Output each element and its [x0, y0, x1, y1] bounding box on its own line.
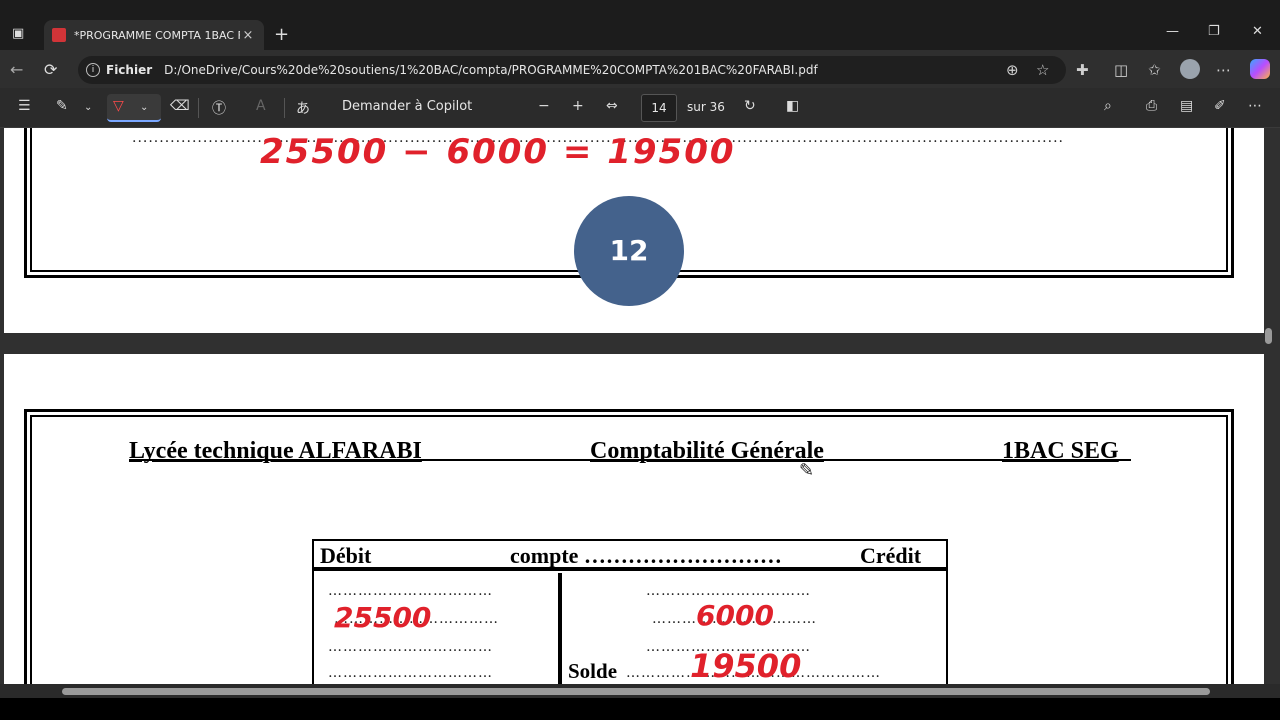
- highlight-icon[interactable]: ✎: [56, 98, 68, 114]
- restore-button[interactable]: ❐: [1208, 24, 1220, 39]
- t-account-divider: [558, 573, 562, 684]
- url-scheme-label: Fichier: [106, 63, 153, 77]
- rotate-icon[interactable]: ↻: [744, 98, 756, 114]
- ask-copilot-button[interactable]: Demander à Copilot: [342, 99, 472, 114]
- address-bar[interactable]: i Fichier D:/OneDrive/Cours%20de%20souti…: [78, 56, 1066, 84]
- copilot-icon[interactable]: [1250, 59, 1270, 79]
- t-account-header: Débit compte ……………………… Crédit: [314, 541, 946, 571]
- eraser-icon[interactable]: ⌫: [170, 98, 190, 114]
- vertical-scrollbar-thumb[interactable]: [1265, 328, 1272, 344]
- credit-dots: ……………………………: [646, 583, 811, 599]
- highlight-dropdown-icon[interactable]: ⌄: [84, 102, 92, 113]
- pdf-file-icon: [52, 28, 66, 42]
- page-number-input[interactable]: 14: [641, 94, 677, 122]
- read-aloud-icon[interactable]: あ: [296, 98, 310, 118]
- text-format-icon: A: [256, 98, 266, 114]
- tab-pdf[interactable]: *PROGRAMME COMPTA 1BAC FA ×: [44, 20, 264, 50]
- pen-cursor-icon: ✎: [799, 460, 815, 481]
- zoom-in-button[interactable]: +: [572, 98, 584, 114]
- solde-label: Solde: [568, 659, 618, 683]
- pdf-viewer[interactable]: ........................................…: [0, 128, 1280, 684]
- pdf-toolbar: [0, 88, 1280, 128]
- debit-label: Débit: [320, 543, 372, 568]
- save-icon[interactable]: ▤: [1180, 98, 1193, 114]
- close-window-button[interactable]: ✕: [1252, 24, 1263, 39]
- page-view-icon[interactable]: ◧: [786, 98, 799, 114]
- bottom-bar: [0, 698, 1280, 720]
- toolbar-separator: [198, 98, 199, 118]
- tab-close-icon[interactable]: ×: [240, 28, 256, 43]
- credit-label: Crédit: [860, 543, 922, 568]
- pdf-page-13: Lycée technique ALFARABI Comptabilité Gé…: [4, 354, 1264, 684]
- profile-avatar[interactable]: [1180, 59, 1200, 79]
- draw-dropdown-icon[interactable]: ⌄: [140, 102, 148, 113]
- fit-width-icon[interactable]: ⇔: [606, 98, 618, 114]
- new-tab-button[interactable]: +: [274, 24, 289, 45]
- solde-handwritten-value: 19500: [690, 647, 802, 684]
- draw-icon[interactable]: ▽: [113, 98, 124, 114]
- back-button[interactable]: ←: [10, 60, 23, 79]
- add-text-icon[interactable]: Ⓣ: [212, 98, 226, 118]
- horizontal-scrollbar-thumb[interactable]: [62, 688, 1210, 695]
- zoom-icon[interactable]: ⊕: [1006, 61, 1019, 79]
- minimize-button[interactable]: —: [1166, 24, 1179, 39]
- info-icon[interactable]: i: [86, 63, 100, 77]
- reload-button[interactable]: ⟳: [44, 60, 57, 79]
- handwritten-calculation: 25500 − 6000 = 19500: [260, 132, 736, 172]
- tab-actions-icon[interactable]: ▣: [12, 26, 24, 41]
- more-menu-icon[interactable]: ⋯: [1216, 61, 1231, 79]
- debit-handwritten-value: 25500: [334, 601, 432, 634]
- pdf-more-icon[interactable]: ⋯: [1248, 98, 1262, 114]
- horizontal-scrollbar[interactable]: [0, 684, 1280, 698]
- page-number-badge: 12: [574, 196, 684, 306]
- debit-dots: ……………………………: [328, 665, 493, 681]
- debit-dots: ……………………………: [328, 639, 493, 655]
- compte-label: compte ………………………: [510, 543, 782, 568]
- page-total-label: sur 36: [687, 100, 725, 114]
- pdf-page-12: ........................................…: [4, 128, 1264, 333]
- split-screen-icon[interactable]: ◫: [1114, 61, 1128, 79]
- favorites-icon[interactable]: ✩: [1148, 61, 1161, 79]
- url-text: D:/OneDrive/Cours%20de%20soutiens/1%20BA…: [164, 63, 818, 77]
- print-icon[interactable]: ⎙: [1146, 98, 1157, 114]
- save-as-icon[interactable]: ✐: [1214, 98, 1226, 114]
- extensions-icon[interactable]: ✚: [1076, 61, 1089, 79]
- toolbar-separator: [284, 98, 285, 118]
- credit-handwritten-value: 6000: [696, 599, 774, 632]
- favorite-star-icon[interactable]: ☆: [1036, 61, 1049, 79]
- contents-icon[interactable]: ☰: [18, 98, 31, 114]
- search-icon[interactable]: ⌕: [1104, 98, 1112, 114]
- t-account: Débit compte ……………………… Crédit ……………………………: [312, 539, 948, 684]
- tab-title: *PROGRAMME COMPTA 1BAC FA: [74, 28, 240, 42]
- header-underline: [129, 459, 1131, 461]
- zoom-out-button[interactable]: −: [538, 98, 550, 114]
- debit-dots: ……………………………: [328, 583, 493, 599]
